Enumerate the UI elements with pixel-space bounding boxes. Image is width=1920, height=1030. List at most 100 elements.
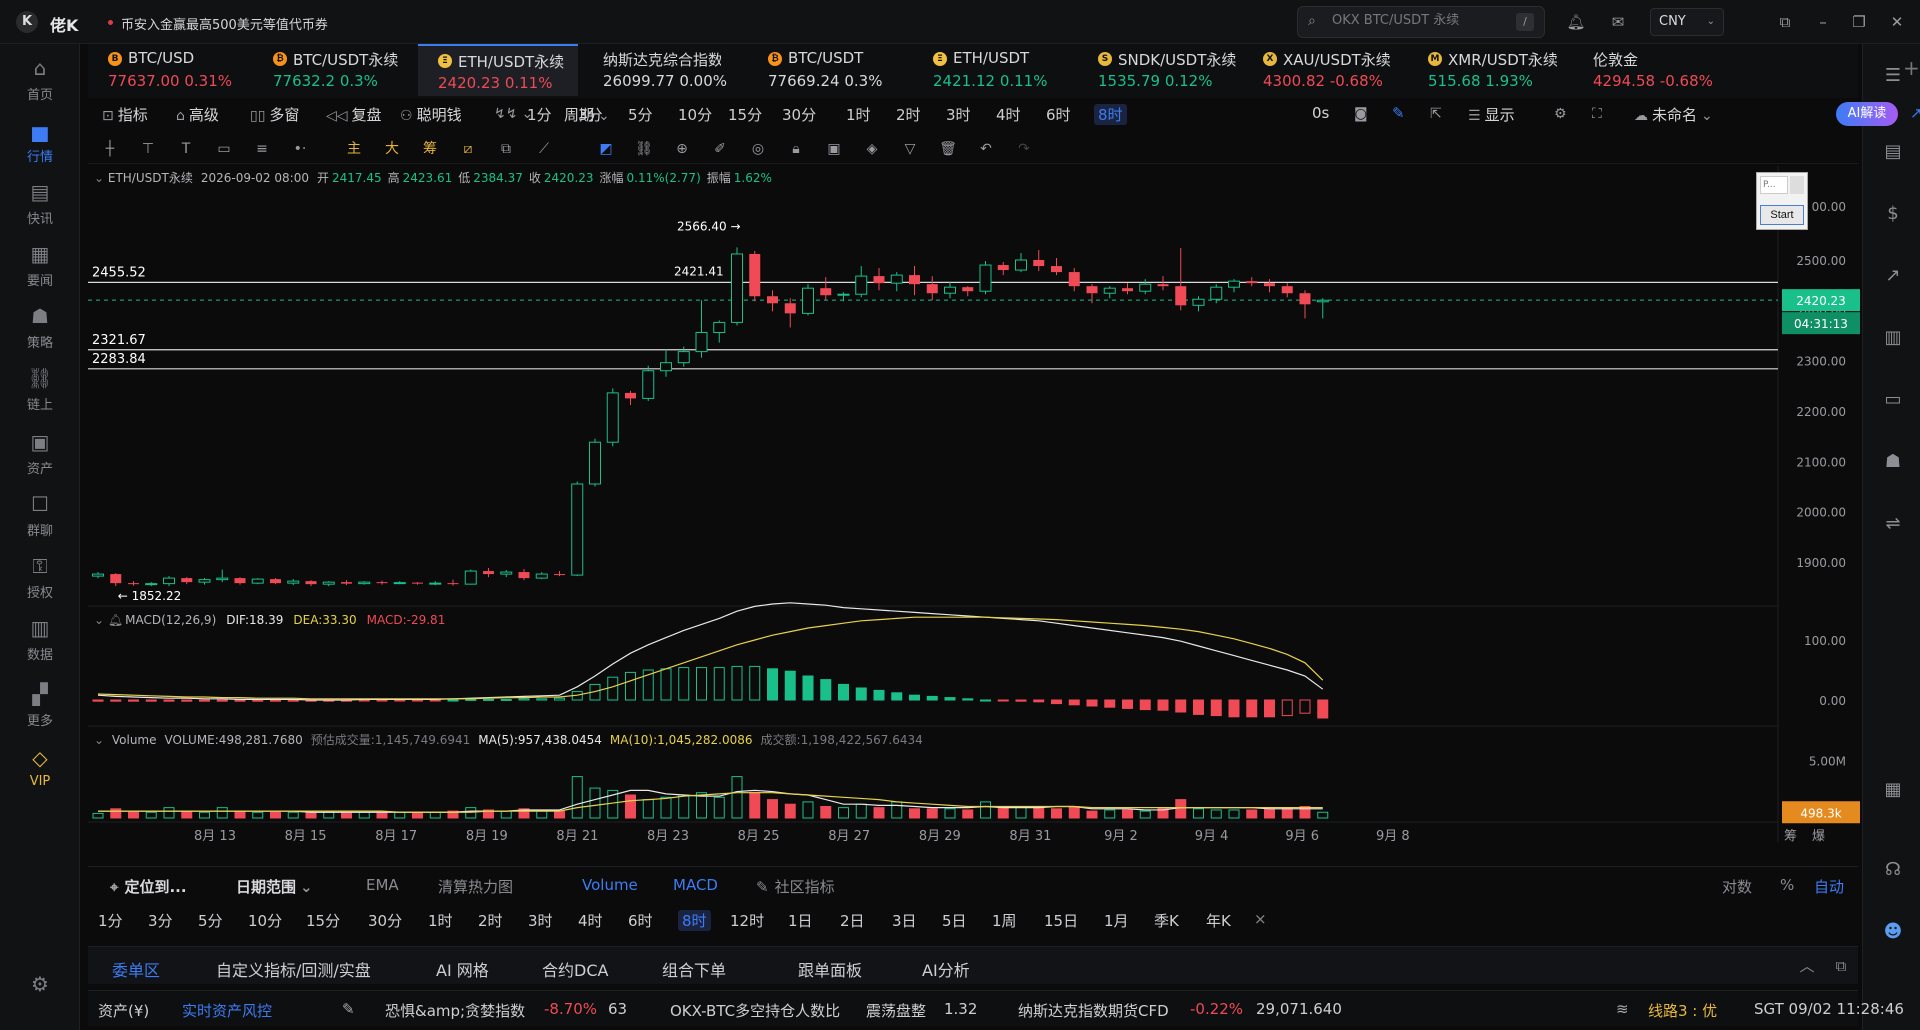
period-5[interactable]: 30分 <box>782 104 816 125</box>
search-box[interactable]: ⌕ / <box>1297 6 1545 38</box>
sidebar-settings[interactable]: ⚙ <box>0 966 80 1030</box>
panel-tab-0[interactable]: 委单区 <box>112 957 160 981</box>
period2-1[interactable]: 3分 <box>148 910 173 931</box>
etf-icon[interactable]: ▭ <box>1881 388 1905 412</box>
sidebar-item-1[interactable]: ▅ 行情 <box>0 112 80 176</box>
smart-money-button[interactable]: ⚇ 聪明钱 <box>400 104 462 125</box>
dot-tool-icon[interactable]: •· <box>290 139 310 159</box>
tab-liquidation-heatmap[interactable]: 清算热力图 <box>438 876 513 897</box>
trash-tool-icon[interactable]: 🗑︎ <box>938 139 958 159</box>
big-order-tool-icon[interactable]: 大 <box>382 139 402 159</box>
lock-tool-icon[interactable]: 🔒︎ <box>786 139 806 159</box>
sidebar-item-5[interactable]: ⛓ 链上 <box>0 360 80 424</box>
period2-2[interactable]: 5分 <box>198 910 223 931</box>
template-tool-icon[interactable]: ▣ <box>824 139 844 159</box>
hide-tool-icon[interactable]: ◎ <box>748 139 768 159</box>
scale-log[interactable]: 对数 <box>1722 876 1752 897</box>
magnet-tool-icon[interactable]: ◩ <box>596 139 616 159</box>
ticker-9[interactable]: 伦敦金 4294.58 -0.68% <box>1573 44 1733 96</box>
main-chart-tool-icon[interactable]: 主 <box>344 139 364 159</box>
period2-9[interactable]: 4时 <box>578 910 603 931</box>
period2-10[interactable]: 6时 <box>628 910 653 931</box>
sidebar-item-7[interactable]: ☐ 群聊 <box>0 486 80 550</box>
panel-tab-2[interactable]: AI 网格 <box>436 957 489 981</box>
exchange-icon[interactable]: $ <box>1881 202 1905 226</box>
sidebar-item-6[interactable]: ▣ 资产 <box>0 424 80 488</box>
period-1[interactable]: 3分 <box>578 104 603 125</box>
popout-icon[interactable]: ⧉ <box>1774 11 1796 33</box>
headline-link[interactable]: 币安入金赢最高500美元等值代币券 <box>121 14 328 33</box>
assistant-icon[interactable]: ☻ <box>1881 920 1905 944</box>
locate-button[interactable]: ⌖ 定位到... <box>110 876 187 897</box>
trend-icon[interactable]: ↗ <box>1881 264 1905 288</box>
ticker-6[interactable]: S SNDK/USDT永续 1535.79 0.12% <box>1078 44 1238 96</box>
brush-tool-icon[interactable]: ✐ <box>710 139 730 159</box>
period2-21[interactable]: 年K <box>1206 910 1231 931</box>
period-2[interactable]: 5分 <box>628 104 653 125</box>
data-chart-icon[interactable]: ▥ <box>1881 326 1905 350</box>
period2-5[interactable]: 30分 <box>368 910 402 931</box>
close-icon[interactable]: ✕ <box>1886 11 1908 33</box>
sidebar-item-10[interactable]: ▞ 更多 <box>0 676 80 740</box>
alert-tool-icon[interactable]: ◈ <box>862 139 882 159</box>
bot-icon[interactable]: ☗ <box>1881 450 1905 474</box>
layout-name-dropdown[interactable]: ☁ 未命名 ⌄ <box>1634 104 1717 125</box>
multi-window-button[interactable]: ▯▯ 多窗 <box>250 104 299 125</box>
zoom-tool-icon[interactable]: ⊕ <box>672 139 692 159</box>
camera-icon[interactable]: ◙ <box>1354 104 1372 122</box>
period-4[interactable]: 15分 <box>728 104 762 125</box>
period-7[interactable]: 2时 <box>896 104 921 125</box>
sidebar-item-4[interactable]: ☗ 策略 <box>0 298 80 362</box>
sidebar-item-3[interactable]: ▦ 要闻 <box>0 236 80 300</box>
tab-community[interactable]: ✎ 社区指标 <box>756 876 835 897</box>
period-11[interactable]: 8时 <box>1094 104 1127 125</box>
panel-tab-5[interactable]: 跟单面板 <box>798 957 862 981</box>
collapse-icon[interactable]: ︿ <box>1796 955 1818 977</box>
settings-icon[interactable]: ⚙ <box>1554 104 1571 122</box>
period2-0[interactable]: 1分 <box>98 910 123 931</box>
countdown-toggle[interactable]: 0s <box>1312 104 1329 122</box>
horizontal-line-tool-icon[interactable]: ⊤ <box>138 139 158 159</box>
mail-icon[interactable]: ✉ <box>1607 11 1629 33</box>
ticker-3[interactable]: 纳斯达克综合指数 26099.77 0.00% <box>583 44 743 96</box>
ticker-5[interactable]: Ξ ETH/USDT 2421.12 0.11% <box>913 44 1073 96</box>
fib-tool-icon[interactable]: ≡ <box>252 139 272 159</box>
tab-volume[interactable]: Volume <box>582 876 638 894</box>
panels-icon[interactable]: ▦ <box>1881 778 1905 802</box>
period2-3[interactable]: 10分 <box>248 910 282 931</box>
period2-18[interactable]: 15日 <box>1044 910 1078 931</box>
connection-line[interactable]: 线路3 : 优 <box>1648 1000 1717 1021</box>
period-6[interactable]: 1时 <box>846 104 871 125</box>
scale-percent[interactable]: % <box>1780 876 1794 894</box>
period2-7[interactable]: 2时 <box>478 910 503 931</box>
ticker-4[interactable]: ₿ BTC/USDT 77669.24 0.3% <box>748 44 908 96</box>
period2-15[interactable]: 3日 <box>892 910 917 931</box>
period-9[interactable]: 4时 <box>996 104 1021 125</box>
edit-icon[interactable]: ✎ <box>342 1000 355 1018</box>
advanced-button[interactable]: ⌂ 高级 <box>176 104 219 125</box>
ticker-0[interactable]: B BTC/USD 77637.00 0.31% <box>88 44 248 96</box>
period2-20[interactable]: 季K <box>1154 910 1179 931</box>
panel-tab-3[interactable]: 合约DCA <box>542 957 608 981</box>
assets-label[interactable]: 资产(¥) <box>98 1000 149 1021</box>
replay-button[interactable]: ◁◁ 复盘 <box>326 104 382 125</box>
ai-interpret-button[interactable]: AI解读 <box>1836 102 1898 126</box>
close-periods-icon[interactable]: × <box>1254 910 1267 928</box>
display-button[interactable]: ☰ 显示 <box>1468 104 1515 125</box>
filter-tool-icon[interactable]: ▽ <box>900 139 920 159</box>
crosshair-tool-icon[interactable]: ┼ <box>100 139 120 159</box>
sidebar-item-0[interactable]: ⌂ 首页 <box>0 50 80 114</box>
headset-icon[interactable]: ☊ <box>1881 858 1905 882</box>
draw-pen-icon[interactable]: ✎ <box>1392 104 1405 122</box>
redo-icon[interactable]: ↷ <box>1014 139 1034 159</box>
path-tool-icon[interactable]: ⟋ <box>534 139 554 159</box>
panel-tab-6[interactable]: AI分析 <box>922 957 970 981</box>
share-icon[interactable]: ⇱ <box>1430 104 1446 122</box>
period-10[interactable]: 6时 <box>1046 104 1071 125</box>
start-button[interactable]: Start <box>1760 205 1804 225</box>
sidebar-item-2[interactable]: ▤ 快讯 <box>0 174 80 238</box>
period2-11[interactable]: 8时 <box>678 910 711 931</box>
period2-16[interactable]: 5日 <box>942 910 967 931</box>
period-8[interactable]: 3时 <box>946 104 971 125</box>
period2-19[interactable]: 1月 <box>1104 910 1129 931</box>
